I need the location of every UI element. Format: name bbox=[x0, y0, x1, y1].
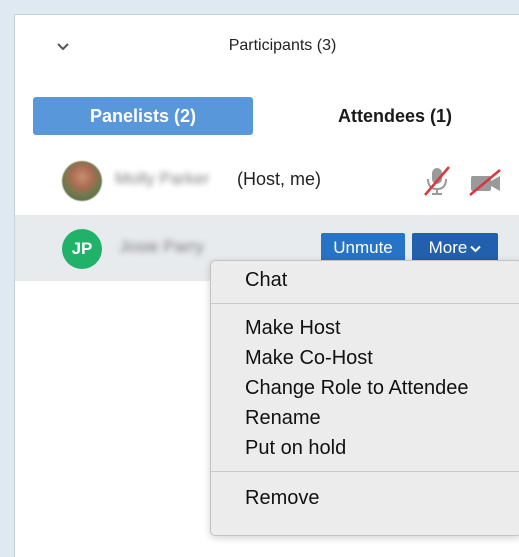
more-button-label: More bbox=[428, 238, 468, 257]
menu-divider bbox=[211, 471, 519, 472]
unmute-button[interactable]: Unmute bbox=[321, 233, 405, 263]
avatar bbox=[62, 161, 102, 201]
context-menu: Chat Make Host Make Co-Host Change Role … bbox=[210, 260, 519, 536]
menu-item-rename[interactable]: Rename bbox=[245, 405, 321, 431]
camera-off-icon[interactable] bbox=[467, 167, 503, 197]
tab-attendees[interactable]: Attendees (1) bbox=[305, 97, 485, 135]
menu-divider bbox=[211, 303, 519, 304]
chevron-down-icon bbox=[470, 245, 482, 252]
menu-item-chat[interactable]: Chat bbox=[245, 267, 287, 293]
mic-muted-icon[interactable] bbox=[422, 165, 452, 197]
menu-item-make-co-host[interactable]: Make Co-Host bbox=[245, 345, 373, 371]
tab-panelists[interactable]: Panelists (2) bbox=[33, 97, 253, 135]
participant-name: Josie Parry bbox=[119, 237, 205, 256]
more-button[interactable]: More bbox=[412, 233, 498, 263]
participants-panel: Participants (3) Panelists (2) Attendees… bbox=[14, 14, 519, 557]
panel-header: Participants (3) bbox=[15, 15, 519, 83]
menu-item-put-on-hold[interactable]: Put on hold bbox=[245, 435, 346, 461]
participant-name: Molly Parker bbox=[115, 169, 210, 188]
participant-row-host[interactable]: Molly Parker (Host, me) bbox=[15, 151, 519, 209]
menu-item-make-host[interactable]: Make Host bbox=[245, 315, 341, 341]
avatar: JP bbox=[62, 229, 102, 269]
panel-title: Participants (3) bbox=[228, 37, 337, 54]
participant-role: (Host, me) bbox=[237, 169, 322, 189]
menu-item-remove[interactable]: Remove bbox=[245, 485, 319, 511]
menu-item-change-role[interactable]: Change Role to Attendee bbox=[245, 375, 469, 401]
